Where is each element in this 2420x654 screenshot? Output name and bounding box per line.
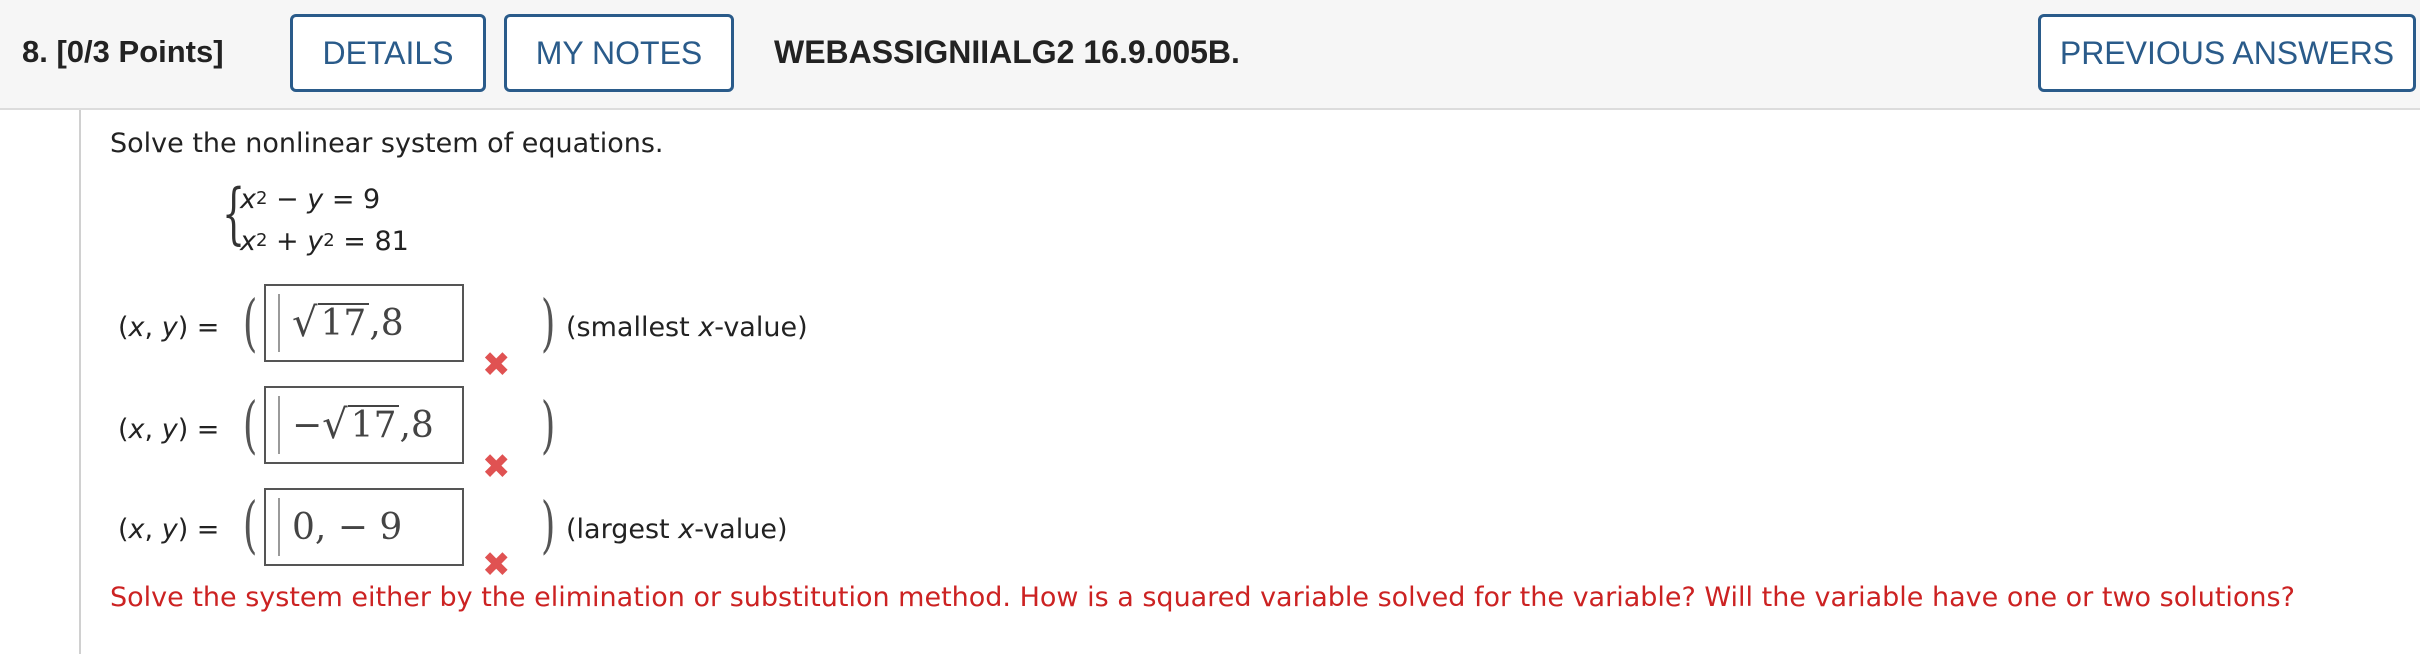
incorrect-x-icon: ✖ [482, 447, 511, 487]
answer-1-note: (smallest x-value) [566, 312, 808, 343]
pair-label-2: (x, y) = [118, 414, 219, 445]
answer-2-radicand: 17 [347, 405, 400, 445]
sqrt-expression: √ 17 [292, 300, 370, 346]
pair-label-x: x [128, 514, 145, 545]
close-paren-3: ) [540, 488, 556, 561]
answer-input-2[interactable]: − √ 17 ,8 [264, 386, 464, 464]
eq2-exp-x: 2 [255, 230, 268, 251]
open-paren-1: ( [242, 286, 258, 359]
pair-label-close: ) = [177, 514, 220, 545]
eq1-exp-x: 2 [255, 188, 268, 209]
note-3-var: x [678, 514, 695, 545]
radical-sign-icon: √ [322, 402, 348, 448]
eq2-exp-y: 2 [323, 230, 335, 251]
details-button[interactable]: DETAILS [290, 14, 486, 92]
question-prompt: Solve the nonlinear system of equations. [110, 128, 664, 159]
pair-label-open: ( [118, 514, 129, 545]
pair-label-3: (x, y) = [118, 514, 219, 545]
question-id: WEBASSIGNIIALG2 16.9.005B. [774, 34, 1240, 70]
note-1-prefix: (smallest [566, 312, 699, 343]
open-paren-3: ( [242, 488, 258, 561]
pair-label-open: ( [118, 414, 129, 445]
equation-1: x2 − y = 9 [240, 184, 380, 215]
note-1-var: x [698, 312, 715, 343]
answer-3-note: (largest x-value) [566, 514, 788, 545]
note-1-suffix: -value) [714, 312, 808, 343]
hint-text: Solve the system either by the eliminati… [110, 582, 2295, 613]
answer-2-rest: ,8 [399, 404, 434, 446]
question-points: [0/3 Points] [56, 34, 224, 69]
incorrect-x-icon: ✖ [482, 545, 511, 585]
open-paren-2: ( [242, 388, 258, 461]
pair-label-close: ) = [177, 414, 220, 445]
question-header: 8. [0/3 Points] DETAILS MY NOTES WEBASSI… [0, 0, 2420, 110]
close-paren-2: ) [540, 388, 556, 461]
question-number-points: 8. [0/3 Points] [22, 34, 224, 70]
eq1-var-y: y [307, 184, 324, 215]
content-left-rule [79, 110, 81, 654]
equation-2: x2 + y2 = 81 [240, 226, 409, 257]
pair-label-open: ( [118, 312, 129, 343]
pair-label-sep: , [144, 312, 162, 343]
pair-label-y: y [161, 312, 178, 343]
answer-2-sign: − [292, 404, 323, 446]
answer-math-1[interactable]: √ 17 ,8 [278, 294, 450, 352]
my-notes-button[interactable]: MY NOTES [504, 14, 734, 92]
eq2-rhs: = 81 [343, 226, 409, 257]
note-3-prefix: (largest [566, 514, 679, 545]
eq1-rhs: = 9 [331, 184, 381, 215]
eq1-var-x: x [240, 184, 256, 215]
question-number: 8. [22, 34, 48, 69]
radical-sign-icon: √ [292, 300, 318, 346]
answer-1-rest: ,8 [369, 302, 404, 344]
pair-label-sep: , [144, 414, 162, 445]
pair-label-x: x [128, 414, 145, 445]
pair-label-y: y [161, 514, 178, 545]
note-3-suffix: -value) [694, 514, 788, 545]
pair-label-y: y [161, 414, 178, 445]
pair-label-1: (x, y) = [118, 312, 219, 343]
eq2-var-y: y [307, 226, 324, 257]
previous-answers-button[interactable]: PREVIOUS ANSWERS [2038, 14, 2416, 92]
eq2-operator: + [276, 226, 299, 257]
pair-label-close: ) = [177, 312, 220, 343]
pair-label-sep: , [144, 514, 162, 545]
answer-1-radicand: 17 [317, 303, 370, 343]
eq2-var-x: x [240, 226, 256, 257]
answer-input-1[interactable]: √ 17 ,8 [264, 284, 464, 362]
pair-label-x: x [128, 312, 145, 343]
answer-math-3[interactable]: 0, − 9 [278, 498, 450, 556]
sqrt-expression: √ 17 [322, 402, 400, 448]
eq1-operator: − [276, 184, 299, 215]
close-paren-1: ) [540, 286, 556, 359]
incorrect-x-icon: ✖ [482, 345, 511, 385]
answer-input-3[interactable]: 0, − 9 [264, 488, 464, 566]
answer-math-2[interactable]: − √ 17 ,8 [278, 396, 450, 454]
